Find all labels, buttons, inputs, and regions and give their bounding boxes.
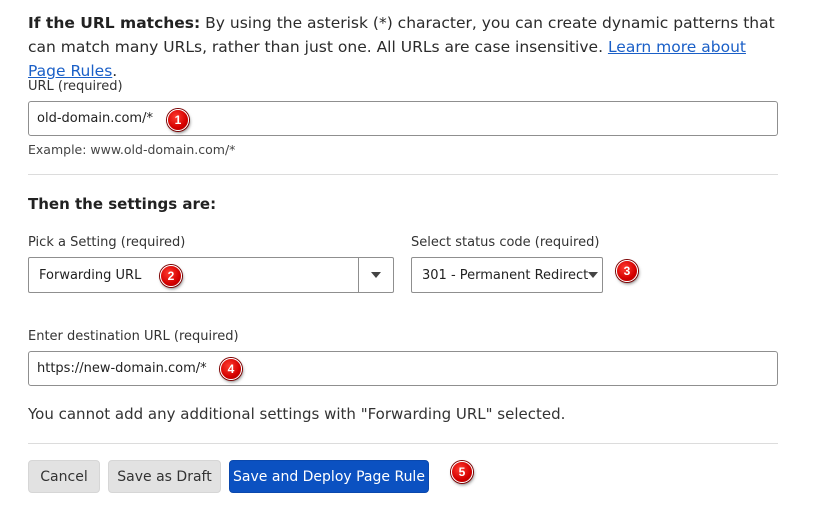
callout-badge-2: 2 — [160, 265, 182, 287]
destination-input-value: https://new-domain.com/* — [37, 361, 207, 376]
callout-badge-3: 3 — [616, 260, 638, 282]
cancel-button[interactable]: Cancel — [28, 460, 100, 493]
forwarding-note: You cannot add any additional settings w… — [28, 405, 566, 423]
url-label: URL (required) — [28, 79, 123, 94]
intro-end: . — [112, 62, 118, 80]
status-code-label: Select status code (required) — [411, 235, 600, 250]
chevron-down-icon — [371, 272, 381, 278]
pick-setting-value: Forwarding URL — [39, 267, 142, 283]
url-input[interactable]: old-domain.com/* — [28, 101, 778, 136]
destination-input[interactable]: https://new-domain.com/* — [28, 351, 778, 386]
settings-heading: Then the settings are: — [28, 195, 217, 213]
pick-setting-label: Pick a Setting (required) — [28, 235, 186, 250]
intro-text: If the URL matches: By using the asteris… — [28, 11, 788, 83]
callout-badge-1: 1 — [167, 109, 189, 131]
callout-badge-4: 4 — [220, 358, 242, 380]
save-deploy-button[interactable]: Save and Deploy Page Rule — [229, 460, 429, 493]
destination-label: Enter destination URL (required) — [28, 329, 239, 344]
pick-setting-select[interactable]: Forwarding URL — [28, 257, 394, 293]
url-input-value: old-domain.com/* — [37, 111, 153, 126]
callout-badge-5: 5 — [451, 461, 473, 483]
status-code-value: 301 - Permanent Redirect — [422, 267, 589, 283]
footer-divider — [28, 443, 778, 444]
pick-setting-toggle[interactable] — [358, 258, 393, 292]
url-example: Example: www.old-domain.com/* — [28, 142, 236, 157]
chevron-down-icon — [588, 272, 599, 278]
section-divider — [28, 174, 778, 175]
intro-bold: If the URL matches: — [28, 14, 201, 32]
status-code-select[interactable]: 301 - Permanent Redirect — [411, 257, 603, 293]
save-draft-button[interactable]: Save as Draft — [108, 460, 221, 493]
